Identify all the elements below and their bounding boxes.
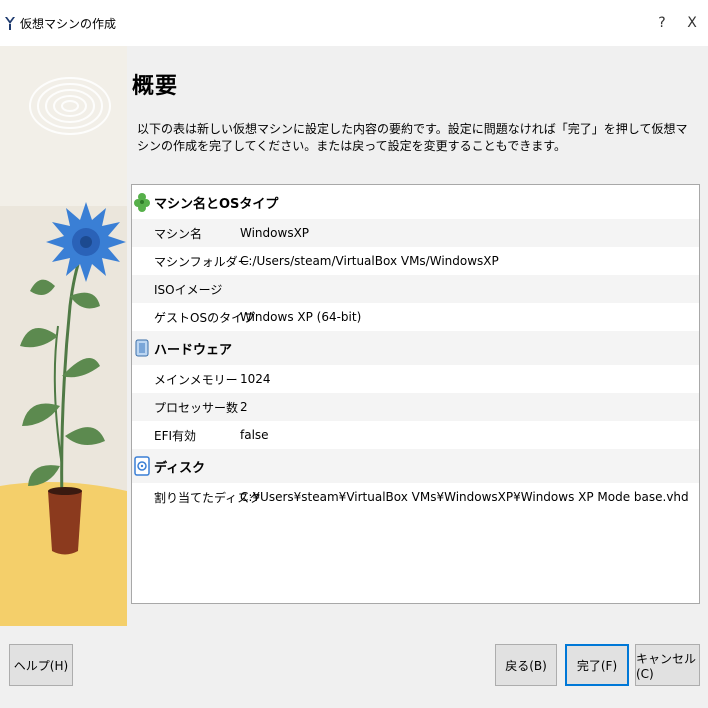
row-value: 1024 <box>240 372 271 386</box>
cancel-button[interactable]: キャンセル(C) <box>635 644 700 686</box>
row-label: ISOイメージ <box>154 282 223 297</box>
window-title: 仮想マシンの作成 <box>20 16 117 31</box>
title-bar: 仮想マシンの作成 ? X <box>0 0 708 46</box>
section-disk: ディスク <box>132 449 699 483</box>
row-label: EFI有効 <box>154 428 197 443</box>
back-button[interactable]: 戻る(B) <box>495 644 557 686</box>
help-button[interactable]: ヘルプ(H) <box>9 644 73 686</box>
help-title-button[interactable]: ? <box>652 12 672 34</box>
table-row: メインメモリー 1024 <box>132 365 699 393</box>
table-row: ゲストOSのタイプ Windows XP (64-bit) <box>132 303 699 331</box>
summary-table[interactable]: マシン名とOSタイプ マシン名 WindowsXP マシンフォルダー C:/Us… <box>131 184 700 604</box>
section-title: ハードウェア <box>154 342 233 358</box>
row-value: 2 <box>240 400 248 414</box>
table-row: マシンフォルダー C:/Users/steam/VirtualBox VMs/W… <box>132 247 699 275</box>
page-title: 概要 <box>132 74 179 99</box>
row-value: WindowsXP <box>240 226 310 240</box>
section-hardware: ハードウェア <box>132 331 699 365</box>
flower-pot-illustration <box>0 46 127 626</box>
table-row: 割り当てたディスク C:¥Users¥steam¥VirtualBox VMs¥… <box>132 483 699 511</box>
section-title: マシン名とOSタイプ <box>154 196 279 212</box>
page-description: 以下の表は新しい仮想マシンに設定した内容の要約です。設定に問題なければ「完了」を… <box>137 122 688 153</box>
disk-icon <box>134 455 150 477</box>
button-bar: ヘルプ(H) 戻る(B) 完了(F) キャンセル(C) <box>0 626 708 708</box>
table-row: マシン名 WindowsXP <box>132 219 699 247</box>
table-row: プロセッサー数 2 <box>132 393 699 421</box>
table-row: EFI有効 false <box>132 421 699 449</box>
row-value: false <box>240 428 269 442</box>
row-label: マシン名 <box>154 226 203 241</box>
row-value: C:¥Users¥steam¥VirtualBox VMs¥WindowsXP¥… <box>240 490 689 504</box>
section-machine-name-os: マシン名とOSタイプ <box>132 185 699 219</box>
row-label: メインメモリー <box>154 372 238 387</box>
section-title: ディスク <box>154 460 206 476</box>
table-row: ISOイメージ <box>132 275 699 303</box>
close-button[interactable]: X <box>682 12 702 34</box>
row-label: マシンフォルダー <box>154 254 250 269</box>
finish-button[interactable]: 完了(F) <box>565 644 629 686</box>
chip-icon <box>134 337 150 359</box>
row-value: Windows XP (64-bit) <box>240 310 362 324</box>
gear-puzzle-icon <box>134 191 150 213</box>
wizard-content: 概要 以下の表は新しい仮想マシンに設定した内容の要約です。設定に問題なければ「完… <box>127 46 708 626</box>
wizard-illustration <box>0 46 127 626</box>
row-label: プロセッサー数 <box>154 400 239 415</box>
row-value: C:/Users/steam/VirtualBox VMs/WindowsXP <box>240 254 499 268</box>
virtualbox-logo-icon <box>5 17 15 30</box>
